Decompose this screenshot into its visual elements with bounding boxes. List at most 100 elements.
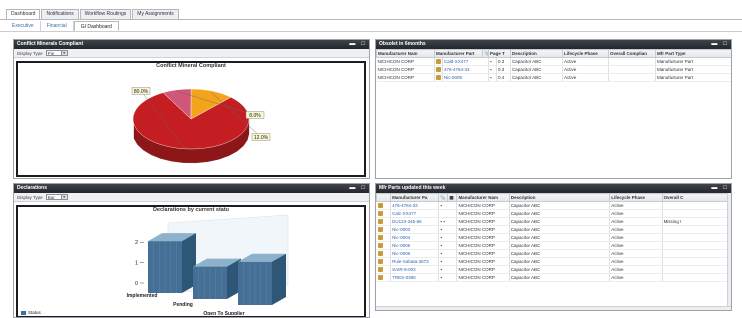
- part-icon[interactable]: [377, 275, 383, 281]
- table-row[interactable]: SAIR-8-003 ▪ NICHICON CORP Capacitor ABC Act…: [376, 265, 731, 274]
- part-icon[interactable]: [377, 203, 383, 209]
- table-row[interactable]: Nic-0005 ▪ NICHICON CORP Capacitor ABC Activ…: [376, 241, 731, 250]
- col-header[interactable]: Page T: [488, 49, 512, 58]
- display-type-label: Display Type: [17, 194, 43, 200]
- table-row[interactable]: NICHICON CORP Cald-XX477 ▪ 0.3 Capacitor ABC…: [376, 57, 731, 66]
- col-header[interactable]: Manufacturer Nam: [376, 49, 435, 58]
- col-header[interactable]: Overall C: [661, 193, 731, 202]
- col-header[interactable]: Lifecycle Phase: [609, 193, 663, 202]
- part-icon[interactable]: [377, 267, 383, 273]
- display-type-toolbar: Display Type Pie ▾: [14, 49, 369, 58]
- table-cell: Manufacturer Part: [655, 73, 731, 82]
- table-cell: NICHICON CORP: [376, 57, 435, 66]
- col-header[interactable]: Manufacturer Part: [433, 49, 484, 58]
- part-icon[interactable]: [377, 211, 383, 217]
- part-icon[interactable]: [436, 59, 441, 65]
- bar[interactable]: [193, 258, 241, 299]
- table-row[interactable]: NICHICON CORP Nic-0005 ▪ 0.4 Capacitor ABC Ac…: [376, 73, 731, 82]
- table-row[interactable]: TRES-0390 ▪ NICHICON CORP Capacitor ABC Acti…: [376, 273, 731, 282]
- table-cell: [662, 273, 731, 282]
- table-cell[interactable]: Nic-0005: [442, 73, 490, 82]
- table-cell: NICHICON CORP: [456, 217, 510, 226]
- col-header[interactable]: [376, 193, 392, 202]
- col-header[interactable]: Overall Complian: [608, 49, 657, 58]
- table-row[interactable]: Nic-0006 ▪ NICHICON CORP Capacitor ABC Activ…: [376, 249, 731, 258]
- table-cell: Capacitor ABC: [509, 265, 611, 274]
- table-row[interactable]: Nic-0004 ▪ NICHICON CORP Capacitor ABC Activ…: [376, 233, 731, 242]
- table-cell[interactable]: Nic-0005: [390, 241, 440, 250]
- row-icon-cell: [376, 257, 392, 266]
- table-row[interactable]: Nic-0003 ▪ NICHICON CORP Capacitor ABC Activ…: [376, 225, 731, 234]
- maximize-icon[interactable]: □: [361, 40, 365, 49]
- maximize-icon[interactable]: □: [361, 184, 365, 193]
- display-type-select[interactable]: Bar ▾: [45, 194, 68, 200]
- table-row[interactable]: Rule-Sabata-3673 ▪ NICHICON CORP Capacitor …: [376, 257, 731, 266]
- bar[interactable]: [238, 253, 286, 305]
- row-icon-cell: [376, 233, 392, 242]
- table-cell[interactable]: DU123-345-66: [390, 217, 440, 226]
- table-cell: NICHICON CORP: [456, 201, 510, 210]
- table-cell: [662, 201, 731, 210]
- display-type-select[interactable]: Pie ▾: [45, 50, 68, 56]
- attachment-icon[interactable]: 📎: [482, 49, 490, 58]
- col-header[interactable]: Manufacturer Nam: [456, 193, 510, 202]
- table-cell: NICHICON CORP: [456, 257, 510, 266]
- col-header[interactable]: Description: [510, 49, 564, 58]
- part-icon[interactable]: [436, 75, 441, 81]
- horizontal-scrollbar[interactable]: [376, 306, 731, 310]
- part-icon[interactable]: [377, 259, 383, 265]
- part-icon[interactable]: [436, 67, 441, 73]
- col-header[interactable]: Mfr Part Type: [655, 49, 731, 58]
- minimize-icon[interactable]: ▬: [711, 184, 717, 193]
- chevron-down-icon[interactable]: ▾: [60, 195, 67, 199]
- table-cell: [662, 225, 731, 234]
- table-cell: Active: [562, 65, 610, 74]
- part-icon[interactable]: [377, 251, 383, 257]
- attachment-icon[interactable]: 📎: [438, 193, 449, 202]
- table-cell: Active: [609, 273, 663, 282]
- table-row[interactable]: 476-4764-33 ▪ NICHICON CORP Capacitor ABC Ac…: [376, 201, 731, 210]
- grid-icon[interactable]: ▦: [447, 193, 458, 202]
- part-icon[interactable]: [377, 235, 383, 241]
- table-cell[interactable]: 476-4764-33: [390, 201, 440, 210]
- table-cell[interactable]: Cald-XX477: [442, 57, 490, 66]
- subtab-financial[interactable]: Financial: [41, 21, 74, 31]
- table-cell[interactable]: Nic-0006: [390, 249, 440, 258]
- tab-dashboard[interactable]: Dashboard: [6, 9, 41, 19]
- minimize-icon[interactable]: ▬: [349, 40, 355, 49]
- table-row[interactable]: Calc-XX477 NICHICON CORP Capacitor ABC Acti…: [376, 209, 731, 218]
- part-icon[interactable]: [377, 219, 383, 225]
- table-cell: ▪: [438, 233, 458, 242]
- part-icon[interactable]: [377, 227, 383, 233]
- subtab-gi-dashboard[interactable]: GI Dashboard: [73, 21, 119, 31]
- table-cell: [662, 249, 731, 258]
- col-header[interactable]: Description: [508, 193, 611, 202]
- table-cell[interactable]: Calc-XX477: [390, 209, 440, 218]
- part-icon[interactable]: [377, 243, 383, 249]
- maximize-icon[interactable]: □: [723, 40, 727, 49]
- subtab-executive[interactable]: Executive: [6, 21, 41, 31]
- minimize-icon[interactable]: ▬: [349, 184, 355, 193]
- table-row[interactable]: DU123-345-66 ▪ ▪ NICHICON CORP Capacitor AB…: [376, 217, 731, 226]
- maximize-icon[interactable]: □: [723, 184, 727, 193]
- table-cell[interactable]: 476-4764-33: [442, 65, 490, 74]
- table-cell[interactable]: SAIR-8-003: [390, 265, 440, 274]
- table-cell[interactable]: TRES-0390: [390, 273, 440, 282]
- table-cell: NICHICON CORP: [376, 65, 435, 74]
- table-cell[interactable]: Nic-0004: [390, 233, 440, 242]
- table-cell[interactable]: Rule-Sabata-3673: [390, 257, 440, 266]
- col-header[interactable]: Lifecycle Phase: [562, 49, 610, 58]
- tab-notifications[interactable]: Notifications: [41, 9, 79, 19]
- bar-chart-area: Declarations by current statu 2 1 0 Impleme…: [16, 205, 366, 317]
- table-cell[interactable]: Nic-0003: [390, 225, 440, 234]
- table-cell: Active: [609, 249, 663, 258]
- tab-my-assignments[interactable]: My Assignments: [132, 9, 179, 19]
- vertical-scrollbar[interactable]: [727, 193, 731, 310]
- tab-workflow-routings[interactable]: Workflow Routings: [79, 9, 132, 19]
- chevron-down-icon[interactable]: ▾: [60, 51, 67, 55]
- bar[interactable]: [148, 233, 196, 293]
- col-header[interactable]: Manufacturer Pa: [390, 193, 440, 202]
- table-row[interactable]: NICHICON CORP 476-4764-33 ▪ 0.3 Capacitor AB…: [376, 65, 731, 74]
- table-cell: NICHICON CORP: [456, 225, 510, 234]
- minimize-icon[interactable]: ▬: [711, 40, 717, 49]
